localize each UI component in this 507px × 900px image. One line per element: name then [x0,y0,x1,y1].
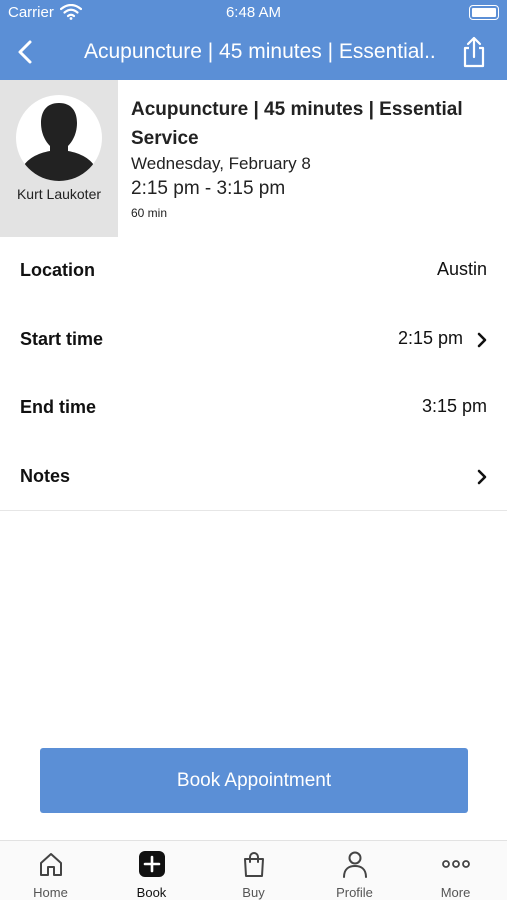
provider-name: Kurt Laukoter [16,186,102,202]
nav-title: Acupuncture | 45 minutes | Essential.. [84,40,436,63]
service-title: Acupuncture | 45 minutes | Essential Ser… [131,99,463,149]
divider [0,510,507,511]
notes-row[interactable]: Notes [0,443,507,512]
plus-square-icon [139,851,165,877]
person-silhouette-icon [22,103,96,181]
tab-label: More [440,885,471,900]
tab-book[interactable]: Book [101,841,202,900]
end-time-value: 3:15 pm [421,396,487,416]
tab-buy[interactable]: Buy [203,841,304,900]
clock: 6:48 AM [225,4,282,21]
details-list: Location Austin Start time 2:15 pm End t… [0,237,507,511]
appointment-date: Wednesday, February 8 [131,154,311,173]
location-label: Location [20,260,95,280]
battery-icon [469,5,499,20]
shopping-bag-icon [244,852,264,877]
share-icon[interactable] [459,36,489,68]
nav-bar: Acupuncture | 45 minutes | Essential.. [0,24,507,80]
end-time-row: End time 3:15 pm [0,374,507,443]
tab-label: Profile [336,885,373,900]
status-bar: Carrier 6:48 AM [0,0,507,24]
tab-label: Home [33,885,68,900]
location-row: Location Austin [0,237,507,306]
tab-home[interactable]: Home [0,841,101,900]
book-appointment-button[interactable]: Book Appointment [40,748,468,813]
start-time-label: Start time [20,328,104,349]
appointment-duration: 60 min [131,206,168,220]
tab-label: Book [136,885,167,900]
appointment-header: Kurt Laukoter Acupuncture | 45 minutes |… [0,80,507,237]
start-time-value: 2:15 pm [397,327,463,348]
chevron-right-icon [477,469,487,484]
notes-label: Notes [20,465,71,486]
tab-profile[interactable]: Profile [304,841,405,900]
tab-bar: Home Book Buy Profile More [0,840,507,900]
more-icon [442,860,470,868]
back-chevron-icon[interactable] [12,37,40,67]
location-value: Austin [436,259,487,279]
provider-card: Kurt Laukoter [0,80,118,237]
tab-label: Buy [242,885,265,900]
home-icon [40,853,62,876]
avatar [16,95,102,181]
start-time-row[interactable]: Start time 2:15 pm [0,306,507,375]
chevron-right-icon [477,332,487,347]
tab-more[interactable]: More [405,841,506,900]
end-time-label: End time [20,397,97,417]
person-icon [343,851,367,878]
appointment-time-range: 2:15 pm - 3:15 pm [131,178,286,199]
